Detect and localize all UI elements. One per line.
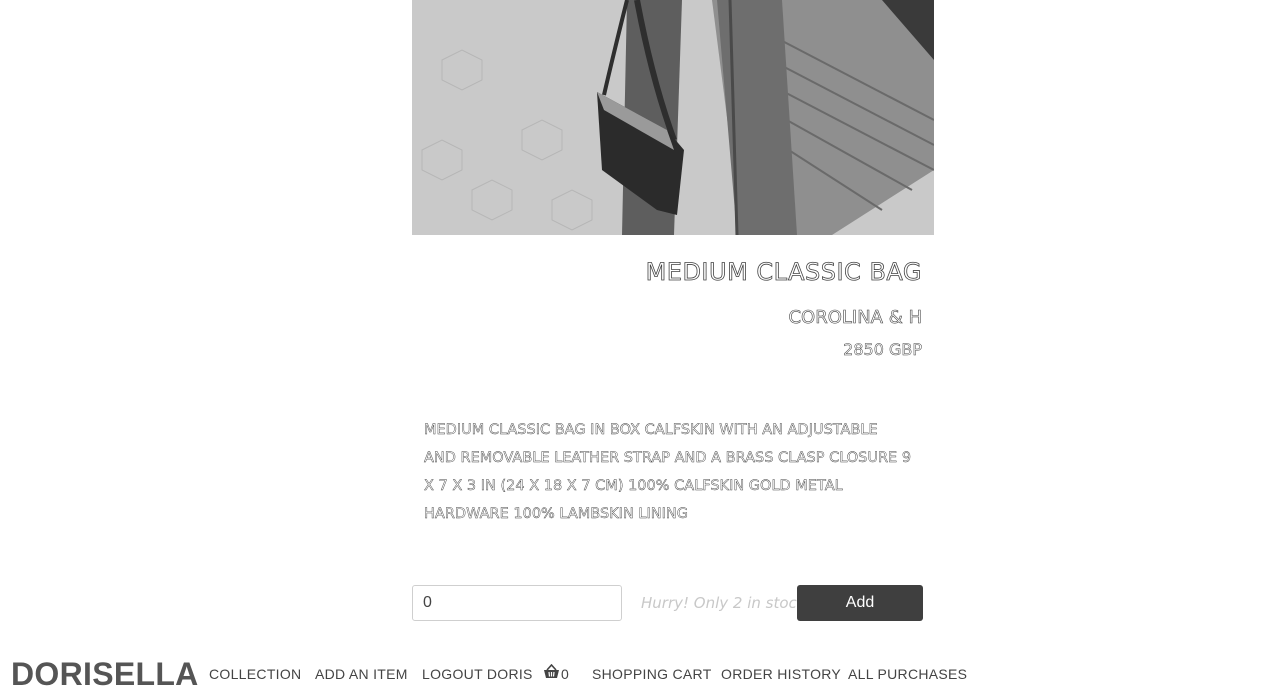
site-logo[interactable]: DORISELLA bbox=[11, 656, 199, 693]
nav-cart-basket[interactable]: 0 bbox=[543, 663, 569, 684]
product-price: 2850 GBP bbox=[843, 340, 922, 360]
nav-add-item[interactable]: ADD AN ITEM bbox=[315, 666, 408, 682]
product-brand: COROLINA & H bbox=[788, 307, 922, 329]
quantity-input[interactable] bbox=[412, 585, 622, 621]
product-image bbox=[412, 0, 934, 235]
product-title: MEDIUM CLASSIC BAG bbox=[645, 258, 922, 287]
basket-icon bbox=[543, 663, 560, 684]
product-description: MEDIUM CLASSIC BAG IN BOX CALFSKIN WITH … bbox=[424, 422, 912, 522]
nav-collection[interactable]: COLLECTION bbox=[209, 666, 301, 682]
nav-all-purchases[interactable]: ALL PURCHASES bbox=[848, 666, 967, 682]
cart-count: 0 bbox=[561, 666, 569, 682]
nav-order-history[interactable]: ORDER HISTORY bbox=[721, 666, 841, 682]
add-to-cart-button[interactable]: Add bbox=[797, 585, 923, 621]
nav-shopping-cart[interactable]: SHOPPING CART bbox=[592, 666, 712, 682]
bottom-navbar: DORISELLA COLLECTION ADD AN ITEM LOGOUT … bbox=[0, 652, 1268, 694]
nav-logout[interactable]: LOGOUT DORIS bbox=[422, 666, 533, 682]
stock-note: Hurry! Only 2 in stock bbox=[641, 594, 806, 612]
